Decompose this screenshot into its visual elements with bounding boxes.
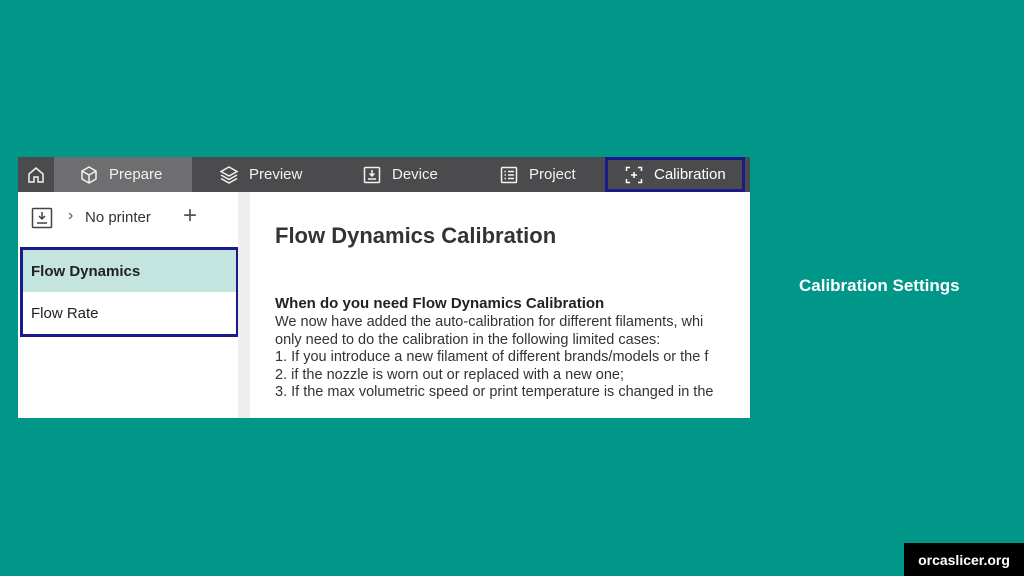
content-title: Flow Dynamics Calibration [275, 223, 557, 248]
tab-home[interactable] [18, 157, 54, 192]
description-line: 1. If you introduce a new filament of di… [275, 349, 709, 365]
description-line: 2. if the nozzle is worn out or replaced… [275, 366, 624, 383]
tab-prepare[interactable]: Prepare [54, 157, 192, 192]
description-line: 3. If the max volumetric speed or print … [275, 384, 714, 400]
chevron-right-icon: › [68, 207, 74, 224]
layers-icon [219, 165, 239, 184]
calibration-content-panel: Flow Dynamics Calibration When do you ne… [250, 203, 750, 418]
tab-calibration-label: Calibration [654, 166, 726, 183]
panel-divider [238, 192, 250, 418]
slide-caption: Calibration Settings [799, 276, 960, 295]
add-printer-icon[interactable]: + [183, 202, 197, 230]
list-icon [500, 166, 518, 183]
calibration-item-flow-dynamics[interactable]: Flow Dynamics [23, 250, 236, 292]
printer-icon [363, 166, 381, 183]
content-description: We now have added the auto-calibration f… [275, 314, 750, 402]
tab-device[interactable]: Device [332, 157, 467, 192]
tab-project-label: Project [529, 166, 576, 183]
home-icon [28, 166, 44, 183]
main-tab-bar: Prepare Preview Device Project Calibrati… [18, 157, 750, 192]
site-badge: orcaslicer.org [904, 543, 1024, 576]
tab-preview-label: Preview [249, 166, 303, 183]
printer-selector[interactable]: › No printer + [18, 202, 238, 232]
calibration-icon [625, 166, 643, 183]
calibration-sidebar: › No printer + Flow Dynamics Flow Rate [18, 192, 239, 418]
tab-project[interactable]: Project [467, 157, 605, 192]
tab-device-label: Device [392, 166, 438, 183]
calibration-item-flow-rate[interactable]: Flow Rate [23, 292, 236, 334]
cube-icon [81, 165, 97, 184]
description-line: only need to do the calibration in the f… [275, 331, 661, 348]
printer-icon [31, 207, 53, 229]
content-subtitle: When do you need Flow Dynamics Calibrati… [275, 295, 605, 312]
calibration-type-list: Flow Dynamics Flow Rate [20, 247, 239, 337]
tab-prepare-label: Prepare [109, 166, 163, 183]
description-line: We now have added the auto-calibration f… [275, 314, 704, 330]
tab-preview[interactable]: Preview [192, 157, 332, 192]
tab-calibration[interactable]: Calibration [605, 157, 745, 192]
printer-label: No printer [85, 209, 151, 226]
app-screenshot: Prepare Preview Device Project Calibrati… [18, 157, 750, 418]
